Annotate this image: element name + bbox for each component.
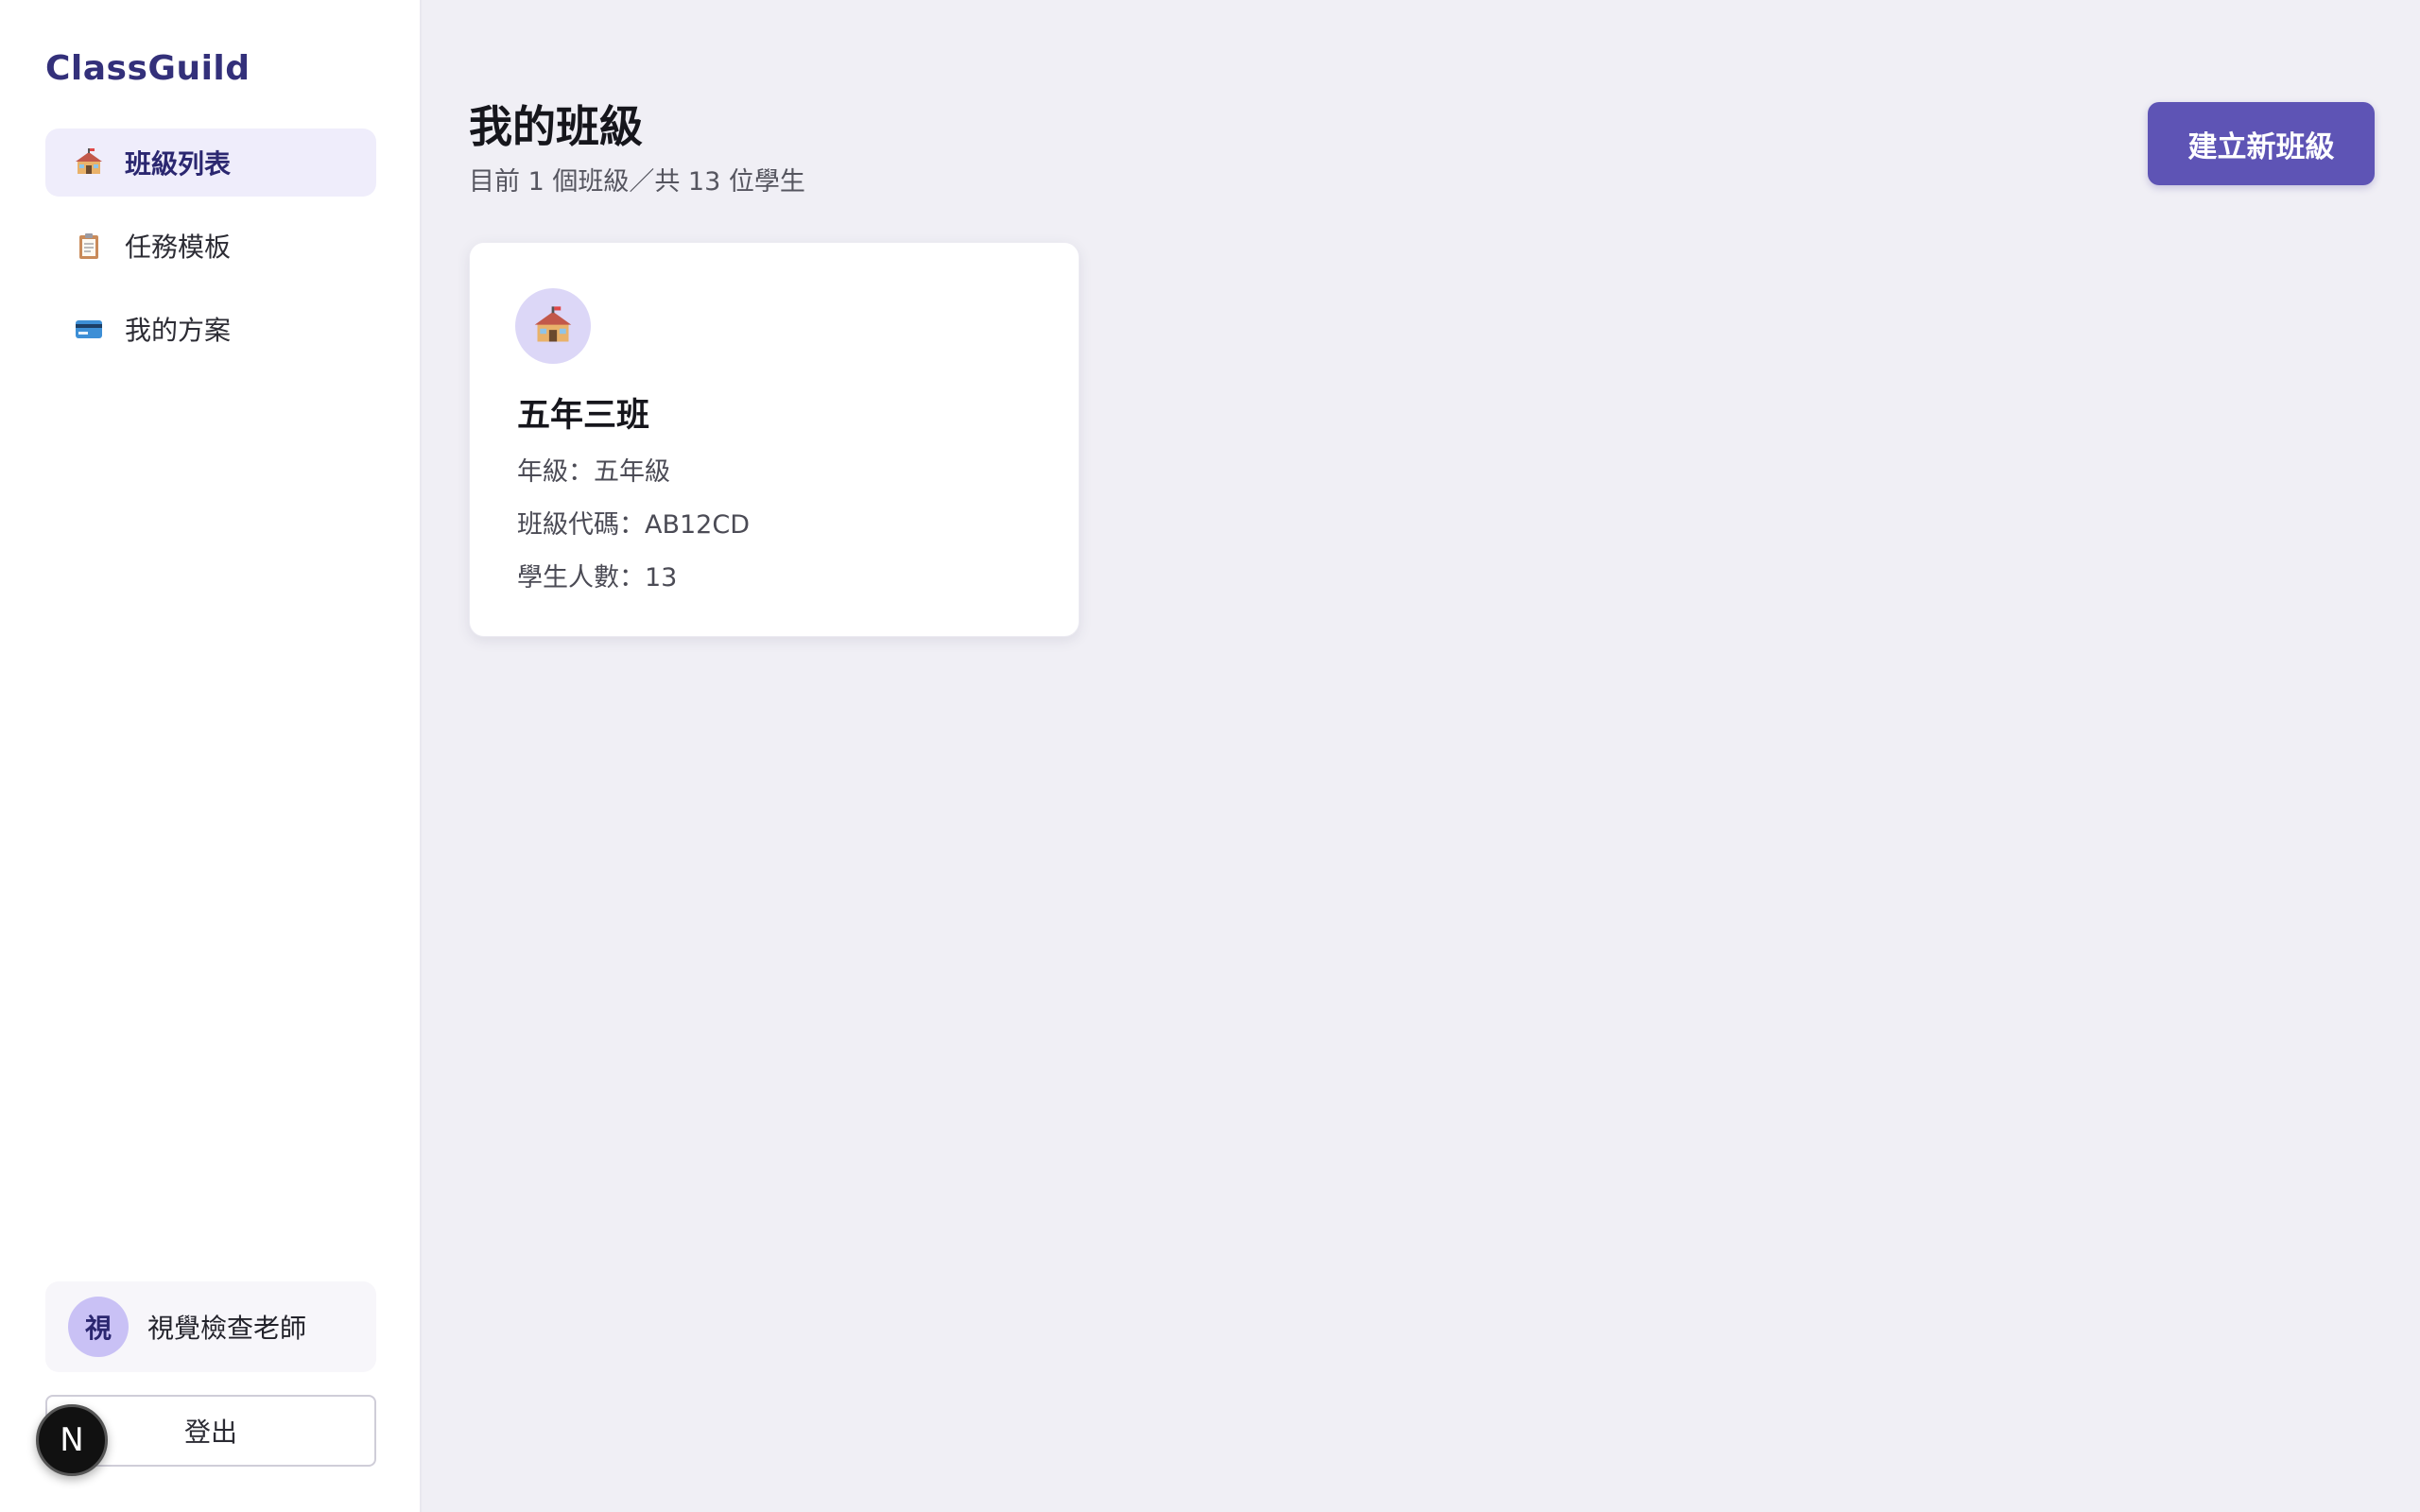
brand-logo[interactable]: ClassGuild <box>45 49 251 88</box>
class-code: 班級代碼：AB12CD <box>517 510 750 540</box>
sidebar: ClassGuild 班級列表 任務模板 我的方案 視 視覺檢查老師 登出 <box>0 0 422 1512</box>
create-class-button[interactable]: 建立新班級 <box>2148 102 2375 185</box>
sidebar-item-label: 任務模板 <box>125 232 232 263</box>
page-subtitle: 目前 1 個班級／共 13 位學生 <box>469 167 805 197</box>
sidebar-item-label: 班級列表 <box>125 148 232 180</box>
sidebar-item-my-plan[interactable]: 我的方案 <box>45 295 376 363</box>
dev-tools-badge[interactable]: N <box>36 1404 108 1476</box>
school-icon <box>72 146 106 180</box>
user-name: 視覺檢查老師 <box>147 1313 307 1344</box>
school-icon <box>515 288 591 364</box>
page-title: 我的班級 <box>469 101 643 152</box>
user-profile: 視 視覺檢查老師 <box>45 1281 376 1372</box>
credit-card-icon <box>72 312 106 346</box>
class-student-count: 學生人數：13 <box>517 563 678 593</box>
sidebar-item-label: 我的方案 <box>125 315 232 346</box>
sidebar-item-class-list[interactable]: 班級列表 <box>45 129 376 197</box>
class-card[interactable]: 五年三班 年級：五年級 班級代碼：AB12CD 學生人數：13 <box>469 242 1080 637</box>
avatar: 視 <box>68 1297 129 1357</box>
class-grade: 年級：五年級 <box>517 457 670 487</box>
class-name: 五年三班 <box>517 397 650 435</box>
app-root: ClassGuild 班級列表 任務模板 我的方案 視 視覺檢查老師 登出 N … <box>0 0 2420 1512</box>
sidebar-item-task-templates[interactable]: 任務模板 <box>45 212 376 280</box>
sidebar-nav: 班級列表 任務模板 我的方案 <box>45 129 376 378</box>
clipboard-icon <box>72 229 106 263</box>
